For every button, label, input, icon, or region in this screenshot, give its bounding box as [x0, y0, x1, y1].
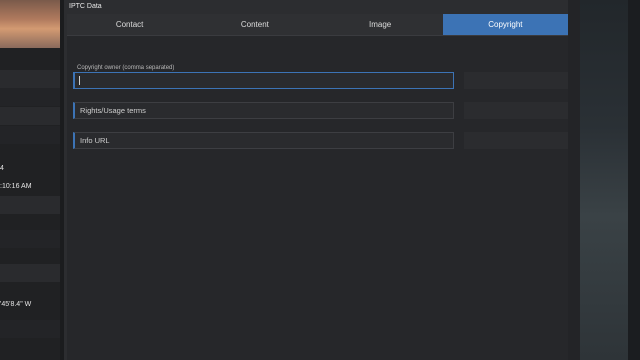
- rights-usage-input[interactable]: Rights/Usage terms: [73, 102, 454, 119]
- metadata-value: '45'8.4" W: [0, 301, 32, 308]
- rights-usage-aux: [464, 102, 568, 119]
- iptc-dialog: IPTC Data Contact Content Image Copyrigh…: [64, 0, 568, 360]
- dialog-title: IPTC Data: [69, 3, 102, 10]
- text-caret: [79, 76, 80, 85]
- copyright-owner-input[interactable]: [73, 72, 454, 89]
- right-sidebar-strip: [628, 0, 640, 360]
- metadata-row: [0, 126, 60, 144]
- tab-bar: Contact Content Image Copyright: [67, 14, 568, 36]
- background-left-panel: 4 :10:16 AM '45'8.4" W: [0, 0, 60, 360]
- background-right-panel: [580, 0, 640, 360]
- metadata-value: :10:16 AM: [0, 183, 32, 190]
- copyright-owner-label: Copyright owner (comma separated): [77, 65, 175, 71]
- tab-contact[interactable]: Contact: [67, 14, 192, 35]
- metadata-row: [0, 107, 60, 125]
- metadata-row: [0, 264, 60, 282]
- copyright-panel: Copyright owner (comma separated) Rights…: [67, 36, 568, 360]
- info-url-input[interactable]: Info URL: [73, 132, 454, 149]
- metadata-row: [0, 320, 60, 338]
- metadata-value: 4: [0, 165, 4, 172]
- metadata-row: [0, 88, 60, 106]
- map-preview: [580, 0, 628, 360]
- metadata-row: [0, 70, 60, 88]
- metadata-row: [0, 230, 60, 248]
- dialog-scroll-gutter: [568, 0, 580, 360]
- metadata-row: [0, 196, 60, 214]
- photo-thumbnail: [0, 0, 60, 48]
- tab-copyright[interactable]: Copyright: [442, 14, 568, 35]
- copyright-owner-aux: [464, 72, 568, 89]
- tab-image[interactable]: Image: [318, 14, 443, 35]
- info-url-aux: [464, 132, 568, 149]
- tab-content[interactable]: Content: [192, 14, 317, 35]
